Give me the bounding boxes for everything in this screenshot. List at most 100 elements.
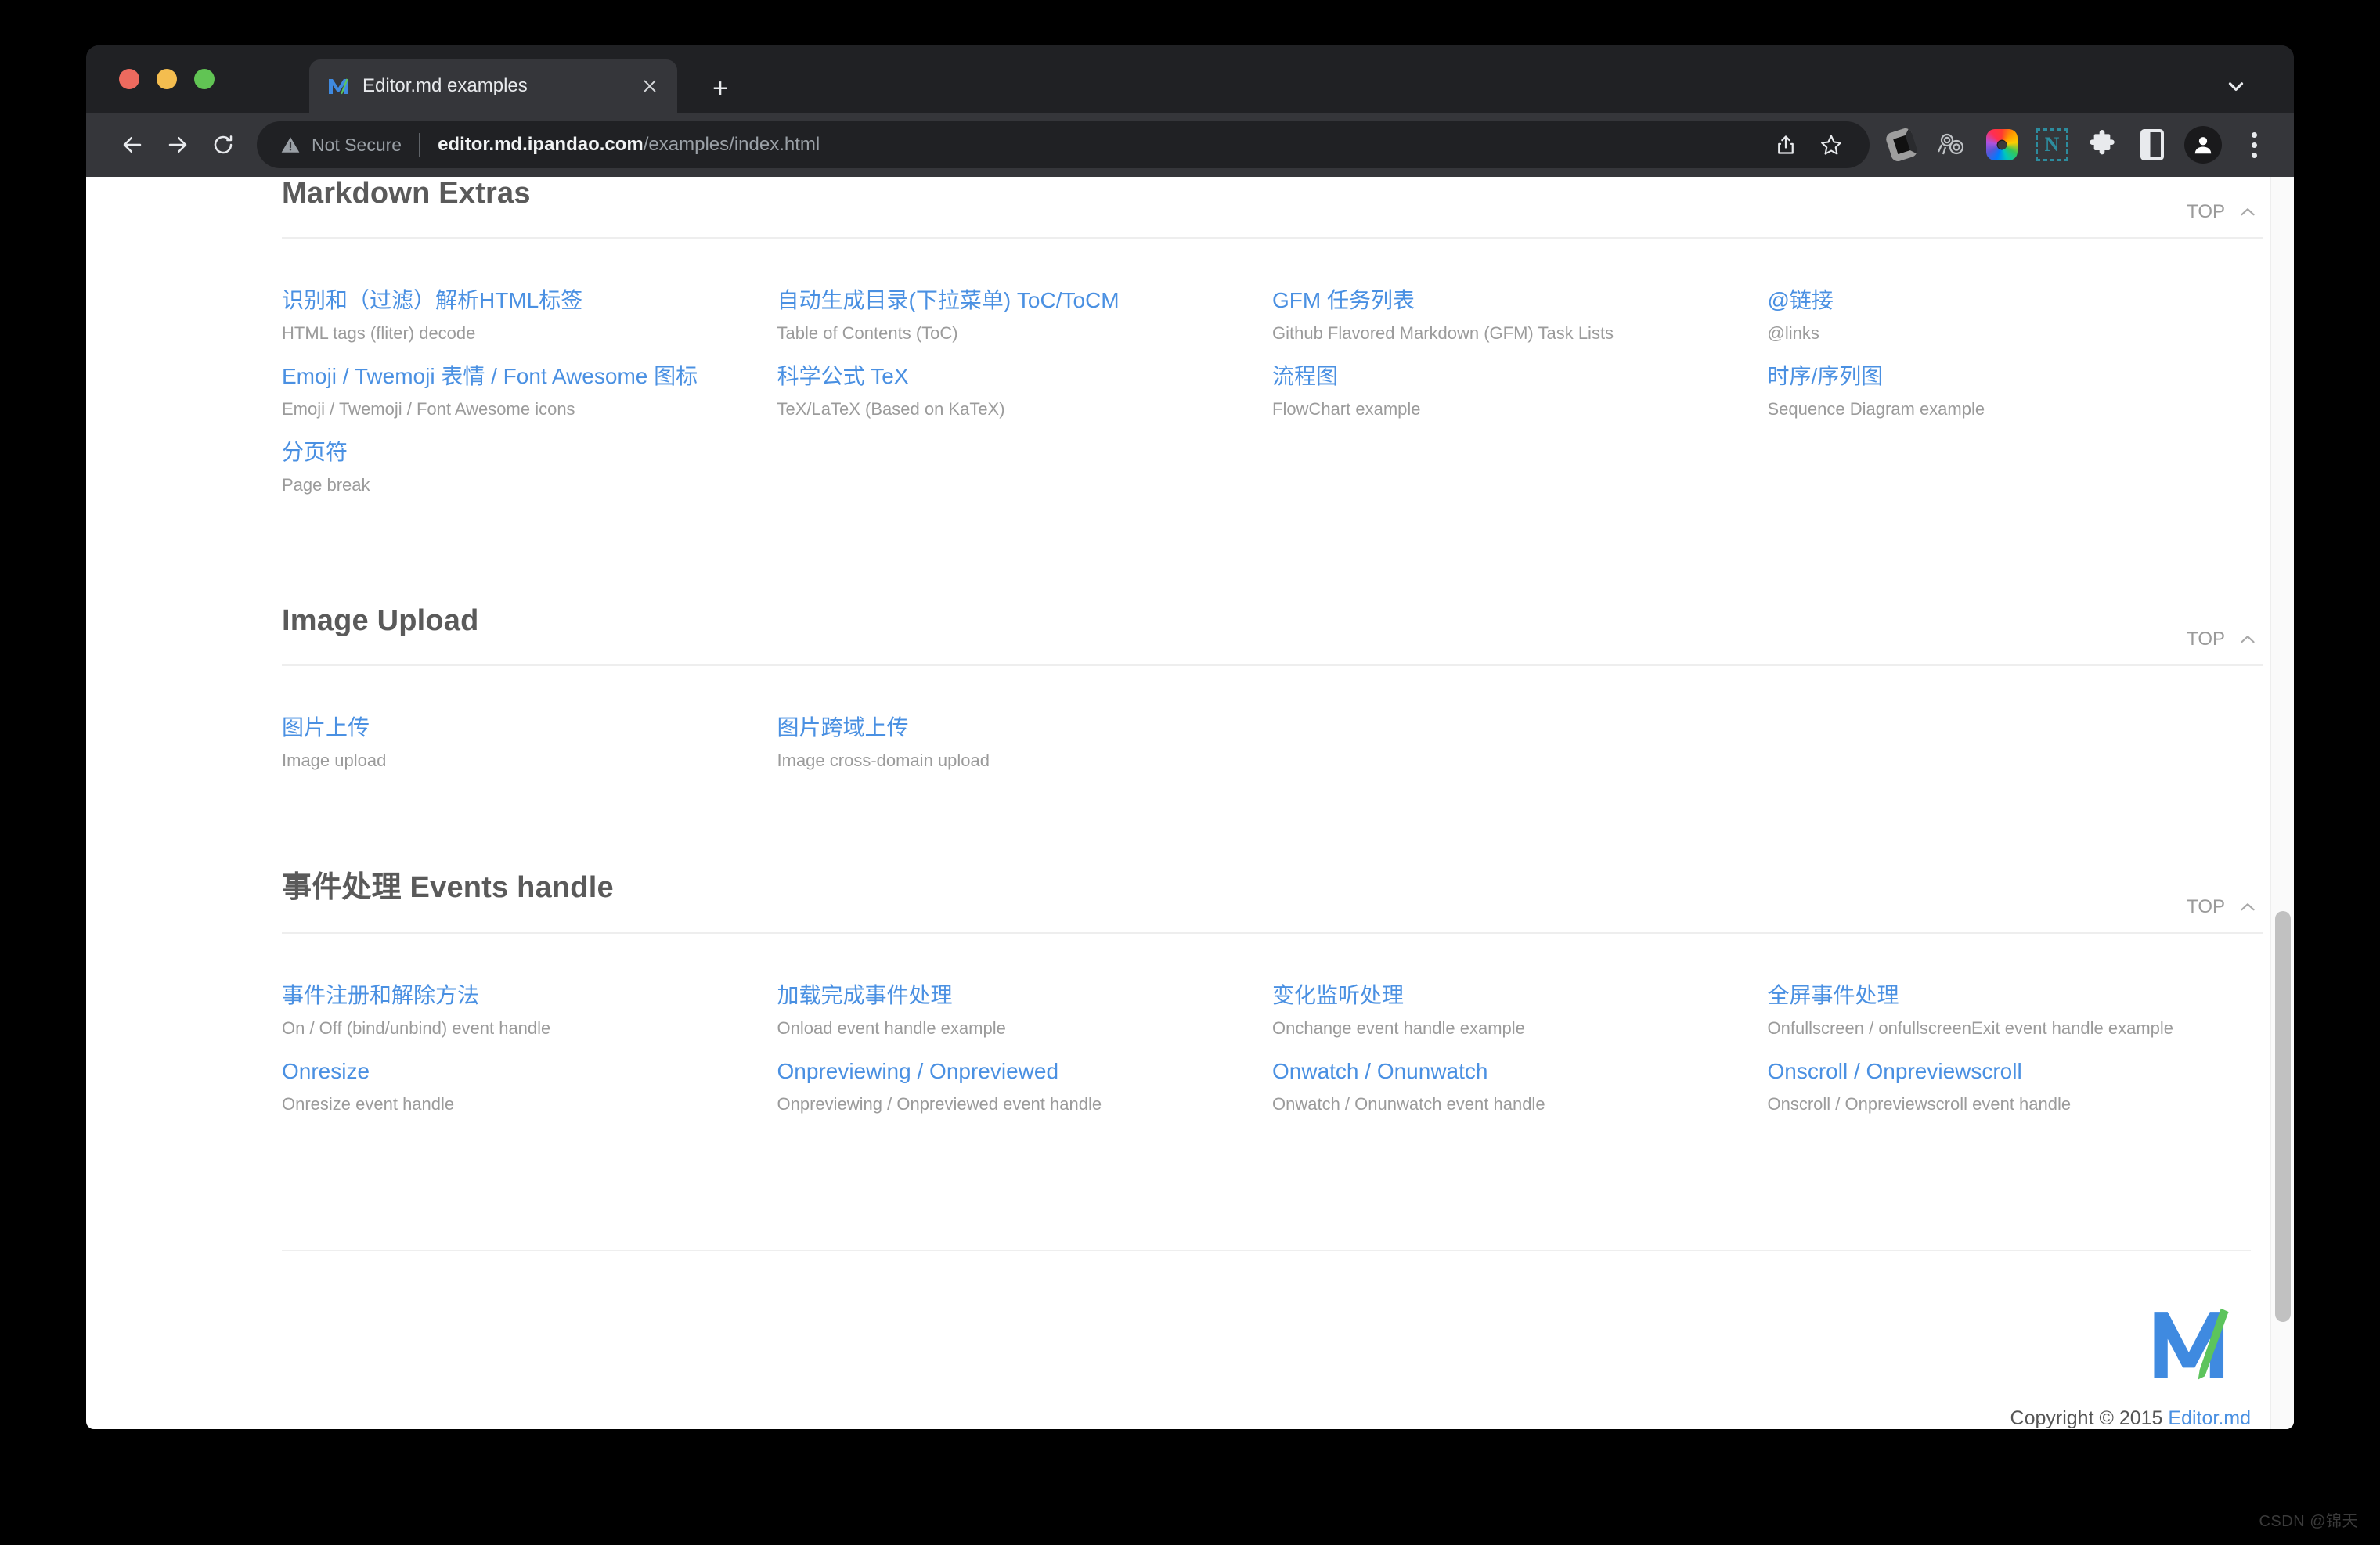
- person-avatar-icon[interactable]: [2184, 126, 2222, 164]
- entry-link[interactable]: 图片上传: [282, 711, 777, 744]
- back-button[interactable]: [110, 122, 155, 167]
- section-header: 事件处理 Events handle TOP: [282, 863, 2263, 934]
- list-item: Emoji / Twemoji 表情 / Font Awesome 图标 Emo…: [282, 360, 777, 436]
- bookmark-star-icon[interactable]: [1812, 125, 1851, 164]
- browser-toolbar: Not Secure editor.md.ipandao.com/example…: [86, 113, 2294, 177]
- toolbar-extensions: N: [1884, 126, 2272, 164]
- entry-description: TeX/LaTeX (Based on KaTeX): [777, 399, 1005, 419]
- entry-link[interactable]: 图片跨域上传: [777, 711, 1273, 744]
- entry-description: Onscroll / Onpreviewscroll event handle: [1767, 1094, 2072, 1114]
- tab-search-chevron-down-icon[interactable]: [2220, 70, 2252, 102]
- entry-link[interactable]: 加载完成事件处理: [777, 979, 1273, 1012]
- tab-close-icon[interactable]: [636, 73, 663, 99]
- entry-description: Sequence Diagram example: [1767, 399, 1985, 419]
- entry-description: Onload event handle example: [777, 1018, 1006, 1038]
- side-panel-icon[interactable]: [2134, 127, 2170, 163]
- url-text: editor.md.ipandao.com/examples/index.htm…: [438, 134, 820, 156]
- list-item: 图片上传 Image upload: [282, 711, 777, 787]
- entry-link[interactable]: 流程图: [1272, 360, 1768, 393]
- entry-link[interactable]: 识别和（过滤）解析HTML标签: [282, 284, 777, 317]
- entry-link[interactable]: Onpreviewing / Onpreviewed: [777, 1055, 1273, 1088]
- footer-copyright-prefix: Copyright © 2015: [2010, 1406, 2169, 1429]
- page-footer: Copyright © 2015 Editor.md Open source o…: [282, 1251, 2251, 1429]
- footer-copyright-line: Copyright © 2015 Editor.md: [282, 1403, 2251, 1429]
- window-close-button[interactable]: [119, 69, 139, 89]
- list-item: GFM 任务列表 Github Flavored Markdown (GFM) …: [1272, 284, 1768, 360]
- browser-tab-title: Editor.md examples: [362, 75, 528, 96]
- csdn-watermark: CSDN @锦天: [2259, 1513, 2358, 1530]
- entry-link[interactable]: GFM 任务列表: [1272, 284, 1768, 317]
- entry-link[interactable]: 自动生成目录(下拉菜单) ToC/ToCM: [777, 284, 1273, 317]
- entry-link[interactable]: Onwatch / Onunwatch: [1272, 1055, 1768, 1088]
- window-minimize-button[interactable]: [157, 69, 177, 89]
- omnibox-actions: [1766, 125, 1851, 164]
- spiral-extension-icon[interactable]: [1934, 127, 1970, 163]
- entry-link[interactable]: 事件注册和解除方法: [282, 979, 777, 1012]
- entry-description: Onresize event handle: [282, 1094, 455, 1114]
- list-item: @链接 @links: [1768, 284, 2263, 360]
- list-item: 变化监听处理 Onchange event handle example: [1272, 979, 1768, 1055]
- browser-window: Editor.md examples + Not Secure editor.m…: [86, 45, 2294, 1429]
- entry-link[interactable]: Emoji / Twemoji 表情 / Font Awesome 图标: [282, 360, 777, 393]
- colorwheel-extension-icon[interactable]: [1984, 127, 2020, 163]
- reload-button[interactable]: [200, 122, 246, 167]
- page-content: Markdown Extras TOP 识别和（过滤）解析HTML标签 HTML…: [86, 177, 2272, 1429]
- entry-link[interactable]: 分页符: [282, 436, 777, 469]
- entry-link[interactable]: Onscroll / Onpreviewscroll: [1768, 1055, 2263, 1088]
- entry-description: Image cross-domain upload: [777, 751, 990, 770]
- list-item: 全屏事件处理 Onfullscreen / onfullscreenExit e…: [1768, 979, 2263, 1055]
- list-item: [1272, 711, 1768, 787]
- entry-grid: 图片上传 Image upload 图片跨域上传 Image cross-dom…: [282, 666, 2263, 787]
- top-link[interactable]: TOP: [2187, 896, 2258, 918]
- entry-description: Image upload: [282, 751, 387, 770]
- entry-description: Page break: [282, 475, 370, 495]
- entry-grid: 识别和（过滤）解析HTML标签 HTML tags (fliter) decod…: [282, 239, 2263, 512]
- share-icon[interactable]: [1766, 125, 1805, 164]
- not-secure-label: Not Secure: [312, 134, 402, 155]
- window-traffic-lights: [119, 69, 215, 89]
- footer-editormd-link[interactable]: Editor.md: [2168, 1407, 2251, 1429]
- top-link[interactable]: TOP: [2187, 201, 2258, 223]
- editormd-favicon-icon: [326, 74, 350, 98]
- window-maximize-button[interactable]: [194, 69, 215, 89]
- list-item: Onpreviewing / Onpreviewed Onpreviewing …: [777, 1055, 1273, 1131]
- entry-link[interactable]: 时序/序列图: [1768, 360, 2263, 393]
- chevron-up-icon: [2238, 897, 2258, 917]
- url-host: editor.md.ipandao.com: [438, 134, 644, 155]
- list-item: 加载完成事件处理 Onload event handle example: [777, 979, 1273, 1055]
- list-item: Onwatch / Onunwatch Onwatch / Onunwatch …: [1272, 1055, 1768, 1131]
- page-scrollbar[interactable]: [2270, 177, 2294, 1429]
- warning-triangle-icon[interactable]: [280, 135, 301, 155]
- entry-link[interactable]: @链接: [1768, 284, 2263, 317]
- editormd-logo: [2149, 1303, 2234, 1391]
- chevron-up-icon: [2238, 629, 2258, 650]
- forward-button[interactable]: [155, 122, 200, 167]
- list-item: Onscroll / Onpreviewscroll Onscroll / On…: [1768, 1055, 2263, 1131]
- omnibox-divider: [419, 133, 421, 157]
- address-bar[interactable]: Not Secure editor.md.ipandao.com/example…: [257, 121, 1870, 168]
- top-link[interactable]: TOP: [2187, 628, 2258, 650]
- list-item: Onresize Onresize event handle: [282, 1055, 777, 1131]
- entry-description: FlowChart example: [1272, 399, 1421, 419]
- entry-description: @links: [1767, 323, 1819, 343]
- entry-link[interactable]: 变化监听处理: [1272, 979, 1768, 1012]
- browser-tab-editor-md-examples[interactable]: Editor.md examples: [309, 59, 677, 113]
- three-dot-menu-icon[interactable]: [2236, 127, 2272, 163]
- entry-link[interactable]: 全屏事件处理: [1768, 979, 2263, 1012]
- top-link-label: TOP: [2187, 896, 2225, 917]
- entry-grid: 事件注册和解除方法 On / Off (bind/unbind) event h…: [282, 934, 2263, 1131]
- page-viewport: Markdown Extras TOP 识别和（过滤）解析HTML标签 HTML…: [86, 177, 2294, 1429]
- chevron-up-icon: [2238, 202, 2258, 222]
- entry-description: Onpreviewing / Onpreviewed event handle: [777, 1094, 1102, 1114]
- section-header: Image Upload TOP: [282, 604, 2263, 666]
- entry-link[interactable]: 科学公式 TeX: [777, 360, 1273, 393]
- new-tab-button[interactable]: +: [705, 73, 736, 104]
- entry-description: Onfullscreen / onfullscreenExit event ha…: [1767, 1018, 2174, 1038]
- puzzle-extensions-icon[interactable]: [2084, 127, 2120, 163]
- section-title: Markdown Extras: [282, 177, 531, 210]
- notion-clipper-icon[interactable]: N: [2034, 127, 2070, 163]
- page-scrollbar-thumb[interactable]: [2275, 911, 2291, 1322]
- contrast-extension-icon[interactable]: [1884, 126, 1920, 164]
- entry-link[interactable]: Onresize: [282, 1055, 777, 1088]
